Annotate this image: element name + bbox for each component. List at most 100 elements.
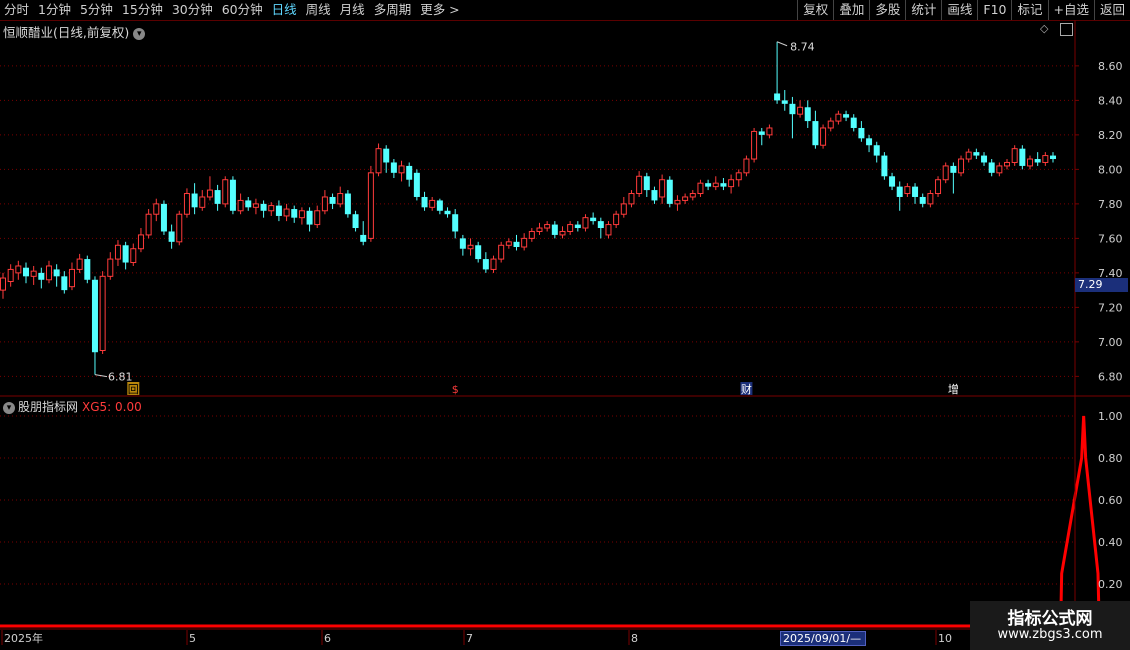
price-tick-label: 7.20	[1098, 301, 1123, 314]
candle-body-down	[260, 203, 267, 211]
candle-body-up	[797, 106, 804, 115]
candle-body-up	[766, 127, 773, 136]
candle-body-up	[145, 213, 152, 236]
candle-body-down	[191, 193, 198, 208]
candle-body-up	[467, 244, 474, 250]
high-pointer	[776, 41, 788, 47]
candle-body-down	[858, 127, 865, 139]
candle-body-down	[413, 172, 420, 197]
candle-body-up	[153, 203, 160, 215]
candle-body-down	[988, 162, 995, 173]
high-label: 8.74	[790, 41, 815, 54]
watermark-url: www.zbgs3.com	[997, 627, 1103, 642]
candle-body-up	[505, 241, 512, 246]
candle-body-up	[130, 248, 137, 264]
chevron-down-icon[interactable]: ▾	[3, 401, 15, 414]
indicator-tick-label: 0.80	[1098, 452, 1123, 465]
candle-body-down	[1019, 148, 1026, 166]
candle-body-up	[0, 277, 6, 291]
candle-body-up	[268, 205, 275, 212]
candle-body-down	[275, 205, 282, 216]
candles	[0, 41, 1056, 375]
price-tick-label: 7.60	[1098, 232, 1123, 245]
candle-body-down	[122, 245, 129, 263]
candle-body-up	[183, 193, 190, 215]
candle-body-up	[367, 172, 374, 239]
price-tick-label: 8.40	[1098, 94, 1123, 107]
candle-body-down	[1050, 155, 1056, 160]
candle-body-down	[390, 162, 397, 173]
candle-body-down	[84, 259, 91, 280]
candle-body-down	[306, 210, 313, 225]
candle-body-up	[935, 179, 942, 195]
low-label: 6.81	[108, 371, 132, 384]
candle-body-down	[352, 214, 359, 229]
candle-body-down	[61, 276, 68, 291]
candle-body-up	[528, 230, 535, 239]
candle-body-down	[720, 183, 727, 187]
candle-body-up	[904, 186, 911, 195]
x-tick-label: 5	[189, 632, 196, 645]
candle-body-up	[206, 189, 213, 198]
candle-body-up	[321, 196, 328, 212]
event-marker: $	[452, 383, 459, 396]
candle-body-down	[643, 176, 650, 191]
candle-body-down	[850, 117, 857, 128]
candle-body-down	[459, 238, 466, 249]
price-chart[interactable]: 8.746.81回 $ 财增 8.608.408.208.007.807.607.4…	[0, 0, 1130, 650]
indicator-plot	[0, 415, 1101, 628]
candle-body-down	[214, 190, 221, 204]
candle-body-down	[804, 107, 811, 122]
candle-body-down	[896, 186, 903, 197]
indicator-value: XG5: 0.00	[82, 400, 142, 414]
candle-body-up	[605, 224, 612, 236]
candle-body-up	[927, 193, 934, 205]
candle-body-down	[597, 221, 604, 229]
watermark-title: 指标公式网	[1007, 609, 1093, 629]
candle-body-down	[981, 155, 988, 163]
candle-body-up	[15, 265, 22, 274]
candle-body-up	[674, 199, 681, 205]
candle-body-up	[689, 193, 696, 198]
candle-body-down	[789, 103, 796, 115]
price-tick-label: 8.60	[1098, 60, 1123, 73]
candle-body-down	[38, 272, 45, 280]
candle-body-down	[452, 214, 459, 232]
candle-body-up	[712, 182, 719, 188]
candle-body-up	[137, 234, 144, 250]
candle-body-up	[375, 148, 382, 174]
candle-body-up	[536, 227, 543, 232]
indicator-tick-label: 0.40	[1098, 536, 1123, 549]
candle-body-down	[383, 148, 390, 163]
x-tick-label: 2025年	[4, 631, 43, 645]
candle-body-up	[735, 172, 742, 181]
x-tick-label: 8	[631, 632, 638, 645]
candle-body-up	[114, 244, 121, 260]
candle-body-up	[68, 268, 75, 288]
candle-body-up	[835, 113, 842, 122]
candle-body-up	[314, 210, 321, 226]
candle-body-up	[283, 208, 290, 217]
candle-body-down	[1034, 159, 1041, 163]
candle-body-down	[551, 224, 558, 235]
candle-body-up	[743, 158, 750, 174]
candle-body-down	[360, 234, 367, 242]
candle-body-down	[22, 267, 29, 277]
candle-body-down	[705, 183, 712, 187]
candle-body-down	[950, 165, 957, 173]
candle-body-down	[291, 209, 298, 218]
candle-body-down	[53, 269, 60, 277]
candle-body-up	[45, 265, 52, 281]
candle-body-up	[751, 130, 758, 160]
candle-body-up	[728, 179, 735, 188]
candle-body-down	[843, 114, 850, 118]
candle-body-up	[636, 175, 643, 195]
candle-body-up	[620, 203, 627, 215]
indicator-tick-label: 1.00	[1098, 410, 1123, 423]
candle-body-up	[429, 199, 436, 208]
candle-body-up	[697, 182, 704, 195]
candle-body-down	[513, 241, 520, 247]
candle-body-down	[574, 224, 581, 229]
cursor-date: 2025/09/01/—	[780, 631, 866, 646]
candle-body-down	[344, 193, 351, 215]
